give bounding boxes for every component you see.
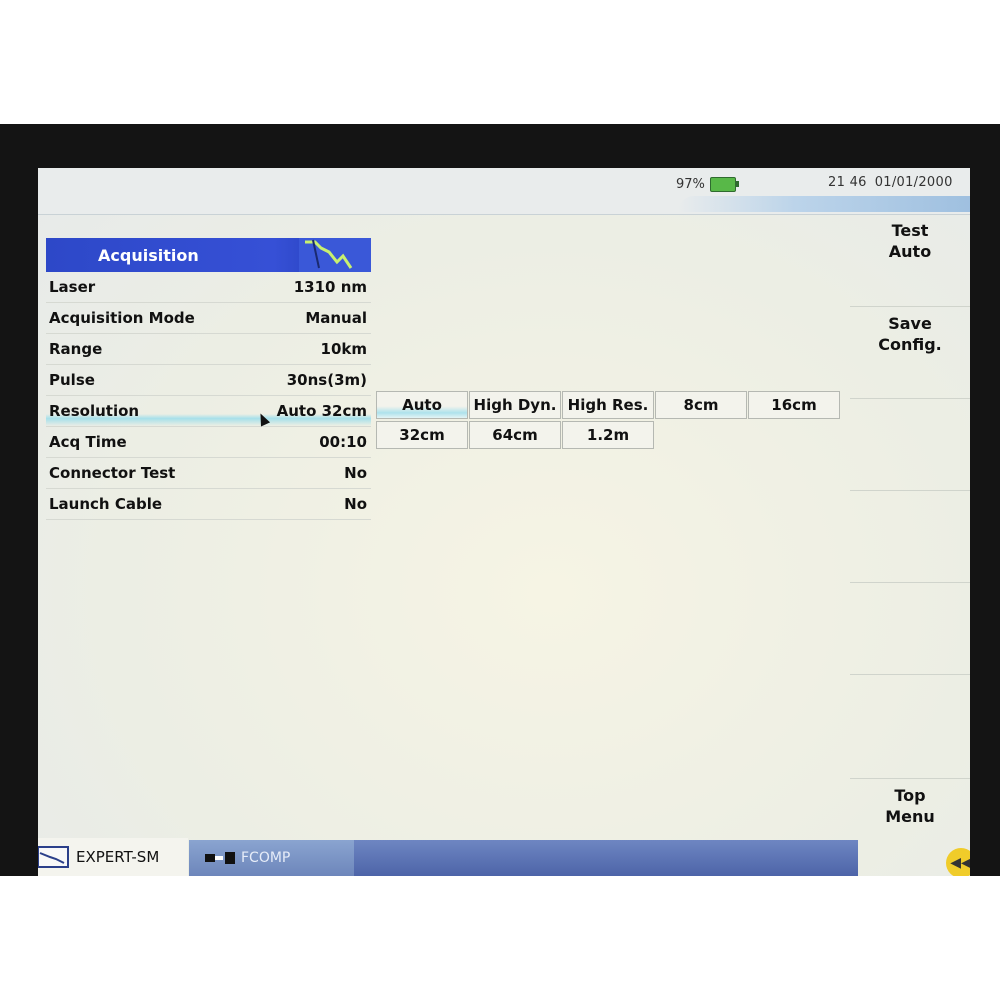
setting-label: Pulse: [49, 371, 95, 389]
otdr-app-icon: [38, 846, 69, 868]
panel-header: Acquisition: [46, 238, 371, 272]
setting-row-laser[interactable]: Laser 1310 nm: [46, 272, 371, 303]
back-arrow-icon[interactable]: ◀◀: [946, 848, 970, 876]
softkey-label: Menu: [885, 807, 935, 826]
softkey-label: Top: [894, 786, 926, 805]
setting-row-pulse[interactable]: Pulse 30ns(3m): [46, 365, 371, 396]
softkey-empty-6[interactable]: [850, 674, 970, 766]
setting-row-launch-cable[interactable]: Launch Cable No: [46, 489, 371, 520]
resolution-option-high-dyn[interactable]: High Dyn.: [469, 391, 561, 419]
panel-title: Acquisition: [98, 246, 199, 265]
setting-row-resolution[interactable]: Resolution Auto 32cm: [46, 396, 371, 427]
taskbar-tab-expert-sm[interactable]: EXPERT-SM: [38, 838, 188, 876]
setting-value: 10km: [320, 340, 367, 358]
setting-label: Resolution: [49, 402, 140, 420]
setting-value: Manual: [305, 309, 367, 327]
setting-row-connector-test[interactable]: Connector Test No: [46, 458, 371, 489]
softkey-empty-3[interactable]: [850, 398, 970, 490]
softkey-label: Config.: [878, 335, 942, 354]
setting-value: 00:10: [319, 433, 367, 451]
resolution-option-16cm[interactable]: 16cm: [748, 391, 840, 419]
softkey-label: Save: [888, 314, 932, 333]
clock: 21 46 01/01/2000: [828, 175, 953, 190]
resolution-option-high-res[interactable]: High Res.: [562, 391, 654, 419]
softkey-column: Test Auto Save Config. Top Menu: [850, 214, 970, 876]
device-screen: 97% 21 46 01/01/2000 Acquisition Laser 13…: [38, 168, 970, 876]
clock-time: 21 46: [828, 175, 867, 190]
setting-label: Connector Test: [49, 464, 176, 482]
setting-label: Acq Time: [49, 433, 127, 451]
resolution-option-auto[interactable]: Auto: [376, 391, 468, 419]
clock-date: 01/01/2000: [874, 175, 953, 190]
softkey-label: Auto: [888, 242, 932, 261]
battery-icon: [710, 177, 739, 192]
resolution-option-8cm[interactable]: 8cm: [655, 391, 747, 419]
status-bar-decoration: [678, 196, 970, 212]
acquisition-panel: Acquisition Laser 1310 nm Acquisition Mo…: [46, 238, 371, 520]
taskbar-empty-area: [354, 840, 858, 876]
taskbar: EXPERT-SM FCOMP: [38, 838, 858, 876]
setting-value: Auto 32cm: [276, 402, 367, 420]
setting-label: Acquisition Mode: [49, 309, 195, 327]
setting-value: 1310 nm: [293, 278, 367, 296]
setting-label: Launch Cable: [49, 495, 163, 513]
setting-row-acq-time[interactable]: Acq Time 00:10: [46, 427, 371, 458]
resolution-option-64cm[interactable]: 64cm: [469, 421, 561, 449]
status-bar: 97% 21 46 01/01/2000: [38, 168, 970, 215]
fiber-connector-icon: [205, 852, 235, 864]
setting-value: 30ns(3m): [286, 371, 367, 389]
taskbar-tab-label: EXPERT-SM: [76, 848, 160, 866]
resolution-option-1-2m[interactable]: 1.2m: [562, 421, 654, 449]
save-config-button[interactable]: Save Config.: [850, 306, 970, 398]
taskbar-tab-label: FCOMP: [241, 850, 291, 866]
setting-value: No: [344, 495, 367, 513]
setting-label: Range: [49, 340, 103, 358]
setting-row-acquisition-mode[interactable]: Acquisition Mode Manual: [46, 303, 371, 334]
test-auto-button[interactable]: Test Auto: [850, 214, 970, 306]
battery-level: 97%: [676, 177, 705, 192]
setting-row-range[interactable]: Range 10km: [46, 334, 371, 365]
softkey-empty-5[interactable]: [850, 582, 970, 674]
setting-label: Laser: [49, 278, 96, 296]
softkey-empty-4[interactable]: [850, 490, 970, 582]
otdr-trace-icon: [299, 238, 371, 272]
taskbar-tab-fcomp[interactable]: FCOMP: [189, 840, 354, 876]
softkey-label: Test: [891, 221, 929, 240]
resolution-option-32cm[interactable]: 32cm: [376, 421, 468, 449]
setting-value: No: [344, 464, 367, 482]
